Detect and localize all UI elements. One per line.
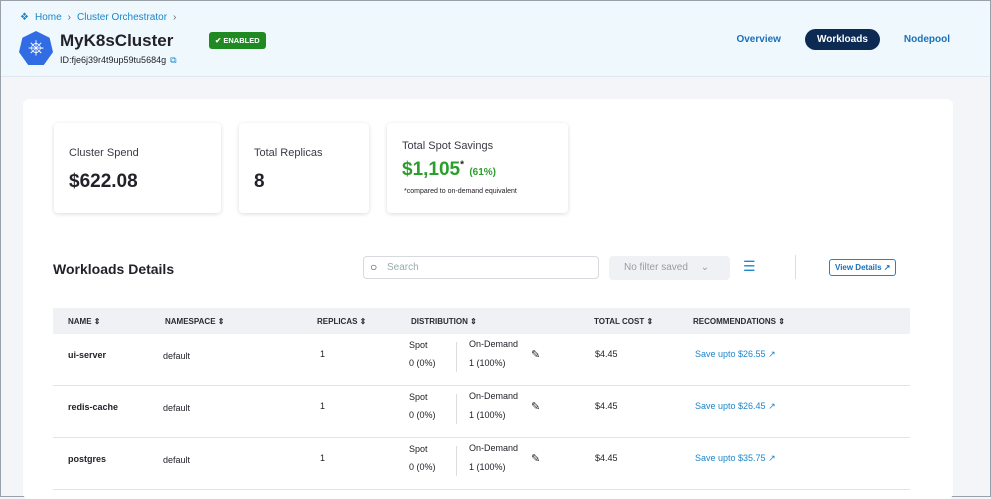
divider	[456, 342, 457, 372]
ondemand-count: 1 (100%)	[469, 462, 506, 472]
breadcrumb-cluster-orchestrator[interactable]: Cluster Orchestrator	[77, 12, 167, 23]
content-card: Cluster Spend $622.08 Total Replicas 8 T…	[23, 99, 953, 499]
ondemand-label: On-Demand	[469, 391, 519, 401]
search-placeholder: Search	[387, 262, 419, 273]
namespace: default	[163, 351, 191, 361]
chevron-down-icon: ⌄	[700, 262, 710, 273]
savings-percent: (61%)	[469, 167, 496, 178]
home-icon: ❖	[20, 12, 29, 23]
filter-value: No filter saved	[624, 262, 688, 273]
edit-icon[interactable]: ✎	[531, 400, 540, 413]
recommendation-link[interactable]: Save upto $26.55 ↗	[695, 349, 776, 360]
stat-value: $622.08	[69, 171, 138, 192]
namespace: default	[163, 455, 191, 465]
ondemand-label: On-Demand	[469, 443, 519, 453]
table-row: postgres default 1 Spot 0 (0%) On-Demand…	[53, 438, 910, 490]
copy-icon[interactable]: ⧉	[170, 55, 176, 65]
cluster-id-text: ID:fje6j39r4t9up59tu5684g	[60, 55, 167, 65]
spot-count: 0 (0%)	[409, 462, 436, 472]
replicas: 1	[320, 349, 326, 359]
filter-dropdown[interactable]: No filter saved ⌄	[609, 256, 730, 280]
tab-overview[interactable]: Overview	[724, 29, 792, 50]
filter-settings-icon[interactable]: ☰	[743, 258, 756, 275]
divider	[456, 394, 457, 424]
replicas: 1	[320, 401, 326, 411]
workload-name[interactable]: redis-cache	[68, 402, 118, 412]
workload-name[interactable]: ui-server	[68, 350, 106, 360]
ondemand-count: 1 (100%)	[469, 410, 506, 420]
stat-label: Total Spot Savings	[402, 140, 494, 152]
tab-workloads[interactable]: Workloads	[804, 29, 880, 50]
page-title: MyK8sCluster	[60, 31, 174, 50]
column-recommendations[interactable]: RECOMMENDATIONS ⇕	[693, 317, 785, 326]
replicas: 1	[320, 453, 326, 463]
status-text: ENABLED	[223, 36, 260, 45]
total-replicas-card: Total Replicas 8	[239, 123, 369, 213]
tabs: Overview Workloads Nodepool	[724, 29, 962, 50]
table-row: ui-server default 1 Spot 0 (0%) On-Deman…	[53, 334, 910, 386]
column-total-cost[interactable]: TOTAL COST ⇕	[594, 317, 653, 326]
tab-nodepool[interactable]: Nodepool	[892, 29, 962, 50]
cluster-id: ID:fje6j39r4t9up59tu5684g ⧉	[60, 55, 177, 66]
savings-note: *compared to on-demand equivalent	[404, 188, 517, 195]
total-cost: $4.45	[595, 401, 618, 411]
kubernetes-icon: ⎈	[19, 31, 53, 65]
edit-icon[interactable]: ✎	[531, 452, 540, 465]
footnote-mark: *	[460, 159, 465, 171]
spot-label: Spot	[409, 444, 428, 454]
breadcrumb: ❖ Home › Cluster Orchestrator ›	[20, 12, 177, 23]
search-input[interactable]: ○ Search	[363, 256, 599, 279]
spot-savings-card: Total Spot Savings $1,105* (61%) *compar…	[387, 123, 568, 213]
stat-label: Total Replicas	[254, 147, 323, 159]
section-title: Workloads Details	[53, 261, 175, 277]
page-header: ❖ Home › Cluster Orchestrator › ⎈ MyK8sClu…	[1, 1, 990, 77]
table-row: redis-cache default 1 Spot 0 (0%) On-Dem…	[53, 386, 910, 438]
divider	[456, 446, 457, 476]
recommendation-link[interactable]: Save upto $35.75 ↗	[695, 453, 776, 464]
view-details-button[interactable]: View Details ↗	[829, 259, 897, 276]
status-badge: ✔ ENABLED	[209, 32, 266, 49]
total-cost: $4.45	[595, 453, 618, 463]
column-distribution[interactable]: DISTRIBUTION ⇕	[411, 317, 477, 326]
edit-icon[interactable]: ✎	[531, 348, 540, 361]
spot-label: Spot	[409, 340, 428, 350]
divider	[795, 255, 796, 279]
spot-count: 0 (0%)	[409, 358, 436, 368]
workload-name[interactable]: postgres	[68, 454, 106, 464]
column-namespace[interactable]: NAMESPACE ⇕	[165, 317, 224, 326]
external-link-icon: ↗	[883, 263, 891, 272]
stat-value: 8	[254, 171, 265, 192]
column-replicas[interactable]: REPLICAS ⇕	[317, 317, 366, 326]
cluster-spend-card: Cluster Spend $622.08	[54, 123, 221, 213]
total-cost: $4.45	[595, 349, 618, 359]
ondemand-count: 1 (100%)	[469, 358, 506, 368]
breadcrumb-home[interactable]: Home	[35, 12, 62, 23]
search-icon: ○	[370, 260, 378, 274]
table-header: NAME ⇕ NAMESPACE ⇕ REPLICAS ⇕ DISTRIBUTI…	[53, 308, 910, 334]
spot-label: Spot	[409, 392, 428, 402]
spot-count: 0 (0%)	[409, 410, 436, 420]
stat-label: Cluster Spend	[69, 147, 139, 159]
view-details-label: View Details	[835, 263, 882, 272]
ondemand-label: On-Demand	[469, 339, 519, 349]
recommendation-link[interactable]: Save upto $26.45 ↗	[695, 401, 776, 412]
column-name[interactable]: NAME ⇕	[68, 317, 101, 326]
namespace: default	[163, 403, 191, 413]
stat-value: $1,105	[402, 159, 461, 180]
